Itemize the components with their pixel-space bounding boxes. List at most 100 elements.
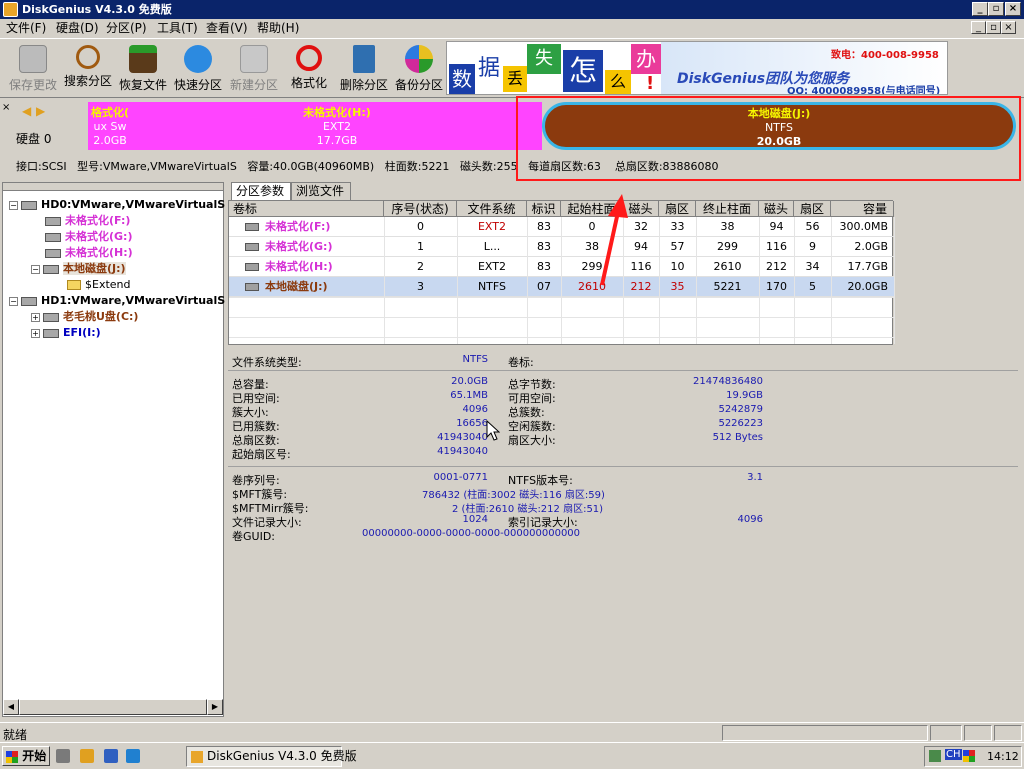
table-cell: 2.0GB xyxy=(854,240,888,253)
save-changes-button[interactable]: 保存更改 xyxy=(8,45,58,93)
col-start-sector[interactable]: 扇区 xyxy=(659,201,696,217)
collapse-box-icon[interactable]: − xyxy=(9,296,18,306)
detail-value: 65.1MB xyxy=(450,390,488,401)
menu-tools[interactable]: 工具(T) xyxy=(157,21,198,36)
scroll-left-button[interactable]: ◀ xyxy=(3,699,19,715)
col-id[interactable]: 标识 xyxy=(527,201,561,217)
banner-char-6: 么 xyxy=(605,70,631,94)
tree-item-extend[interactable]: $Extend xyxy=(67,277,131,293)
tree-item-g[interactable]: 未格式化(G:) xyxy=(45,229,132,245)
tree-header xyxy=(3,183,223,191)
partition-icon xyxy=(45,232,61,242)
promo-banner[interactable]: 数 据 丢 失 怎 么 办 ! DiskGenius团队为您服务 致电：400-… xyxy=(446,41,948,95)
banner-char-2: 据 xyxy=(475,54,503,84)
tree-item-i[interactable]: + EFI(I:) xyxy=(31,325,101,341)
format-icon xyxy=(296,45,322,71)
quick-partition-button[interactable]: 快速分区 xyxy=(173,45,223,93)
next-disk-arrow-icon[interactable]: ▶ xyxy=(36,104,45,118)
collapse-box-icon[interactable]: − xyxy=(31,264,40,274)
grid-line xyxy=(794,217,795,344)
scroll-right-button[interactable]: ▶ xyxy=(207,699,223,715)
maximize-button[interactable]: ▫ xyxy=(988,2,1004,16)
table-cell: EXT2 xyxy=(477,260,506,273)
annotation-arrow-icon xyxy=(600,194,628,286)
horizontal-scrollbar-thumb[interactable] xyxy=(19,699,207,715)
table-cell: 20.0GB xyxy=(847,280,888,293)
backup-partition-button[interactable]: 备份分区 xyxy=(394,45,444,93)
col-fs[interactable]: 文件系统 xyxy=(457,201,527,217)
new-partition-icon xyxy=(240,45,268,73)
banner-qq: QQ: 4000089958(与电话同号) xyxy=(787,86,941,95)
partition-icon xyxy=(45,216,61,226)
tray-icon[interactable] xyxy=(929,750,941,762)
prev-disk-arrow-icon[interactable]: ◀ xyxy=(22,104,31,118)
partition-block-h[interactable]: 未格式化(H:) EXT2 17.7GB xyxy=(132,102,542,150)
detail-value: 21474836480 xyxy=(693,376,763,387)
quicklaunch-icon-3[interactable] xyxy=(104,749,118,763)
tree-item-c[interactable]: + 老毛桃U盘(C:) xyxy=(31,309,138,325)
collapse-box-icon[interactable]: − xyxy=(9,200,18,210)
partition-block-g[interactable]: 格式化( ux Sw 2.0GB xyxy=(88,102,132,150)
collapse-icon[interactable]: × xyxy=(2,102,10,113)
menu-disk[interactable]: 硬盘(D) xyxy=(56,21,99,36)
tree-item-hd0[interactable]: − HD0:VMware,VMwareVirtualS xyxy=(9,197,225,213)
quicklaunch-icon-1[interactable] xyxy=(56,749,70,763)
grid-line xyxy=(894,217,895,344)
taskbar: 开始 DiskGenius V4.3.0 免费版 CH 14:12 xyxy=(0,742,1024,769)
expand-box-icon[interactable]: + xyxy=(31,312,40,322)
tree-item-h[interactable]: 未格式化(H:) xyxy=(45,245,133,261)
search-partition-button[interactable]: 搜索分区 xyxy=(63,45,113,89)
col-end-sector[interactable]: 扇区 xyxy=(794,201,831,217)
fs-type-value: NTFS xyxy=(462,354,488,365)
tree-item-hd1[interactable]: − HD1:VMware,VMwareVirtualS xyxy=(9,293,225,309)
detail-value: 0001-0771 xyxy=(433,472,488,483)
col-end-cyl[interactable]: 终止柱面 xyxy=(696,201,759,217)
taskbar-app-button[interactable]: DiskGenius V4.3.0 免费版 xyxy=(186,746,357,767)
table-cell: 83 xyxy=(537,260,551,273)
color-tray-icon[interactable] xyxy=(963,750,975,762)
table-cell: NTFS xyxy=(477,280,507,293)
partition-icon xyxy=(45,248,61,258)
mdi-close-button[interactable]: × xyxy=(1001,21,1016,34)
ime-indicator[interactable]: CH xyxy=(945,749,962,760)
detail-value: 512 Bytes xyxy=(712,432,763,443)
tree-item-f[interactable]: 未格式化(F:) xyxy=(45,213,130,229)
grid-line xyxy=(229,317,894,318)
col-label[interactable]: 卷标 xyxy=(229,201,384,217)
col-end-head[interactable]: 磁头 xyxy=(759,201,794,217)
new-partition-button[interactable]: 新建分区 xyxy=(229,45,279,93)
menu-partition[interactable]: 分区(P) xyxy=(106,21,147,36)
detail-value: 4096 xyxy=(462,404,488,415)
start-button[interactable]: 开始 xyxy=(2,746,50,766)
divider xyxy=(228,466,1018,467)
minimize-button[interactable]: _ xyxy=(972,2,988,16)
col-index[interactable]: 序号(状态) xyxy=(384,201,457,217)
detail-value: 4096 xyxy=(737,514,763,525)
mdi-controls: _ ▫ × xyxy=(971,21,1021,36)
menu-view[interactable]: 查看(V) xyxy=(206,21,248,36)
partition-icon xyxy=(43,264,59,274)
mdi-minimize-button[interactable]: _ xyxy=(971,21,986,34)
details-group-2: 卷序列号: 0001-0771 $MFT簇号: 786432 (柱面:3002 磁头:… xyxy=(228,472,1018,552)
partition-icon xyxy=(43,312,59,322)
tree-item-j[interactable]: − 本地磁盘(J:) xyxy=(31,261,126,277)
format-button[interactable]: 格式化 xyxy=(284,45,334,91)
banner-char-8: ! xyxy=(646,73,655,94)
recover-files-button[interactable]: 恢复文件 xyxy=(118,45,168,93)
quicklaunch-icon-2[interactable] xyxy=(80,749,94,763)
delete-partition-button[interactable]: 删除分区 xyxy=(339,45,389,93)
col-capacity[interactable]: 容量 xyxy=(831,201,894,217)
table-cell: 2 xyxy=(417,260,424,273)
expand-box-icon[interactable]: + xyxy=(31,328,40,338)
menu-help[interactable]: 帮助(H) xyxy=(257,21,299,36)
partition-icon xyxy=(43,328,59,338)
menu-file[interactable]: 文件(F) xyxy=(6,21,46,36)
quicklaunch-icon-4[interactable] xyxy=(126,749,140,763)
tab-partition-params[interactable]: 分区参数 xyxy=(231,182,291,200)
tab-browse-files[interactable]: 浏览文件 xyxy=(291,182,351,200)
detail-value: 00000000-0000-0000-0000-000000000000 xyxy=(362,528,581,539)
detail-value: 41943040 xyxy=(437,446,488,457)
close-button[interactable]: × xyxy=(1005,2,1021,16)
banner-char-3: 丢 xyxy=(503,66,527,92)
mdi-restore-button[interactable]: ▫ xyxy=(986,21,1001,34)
